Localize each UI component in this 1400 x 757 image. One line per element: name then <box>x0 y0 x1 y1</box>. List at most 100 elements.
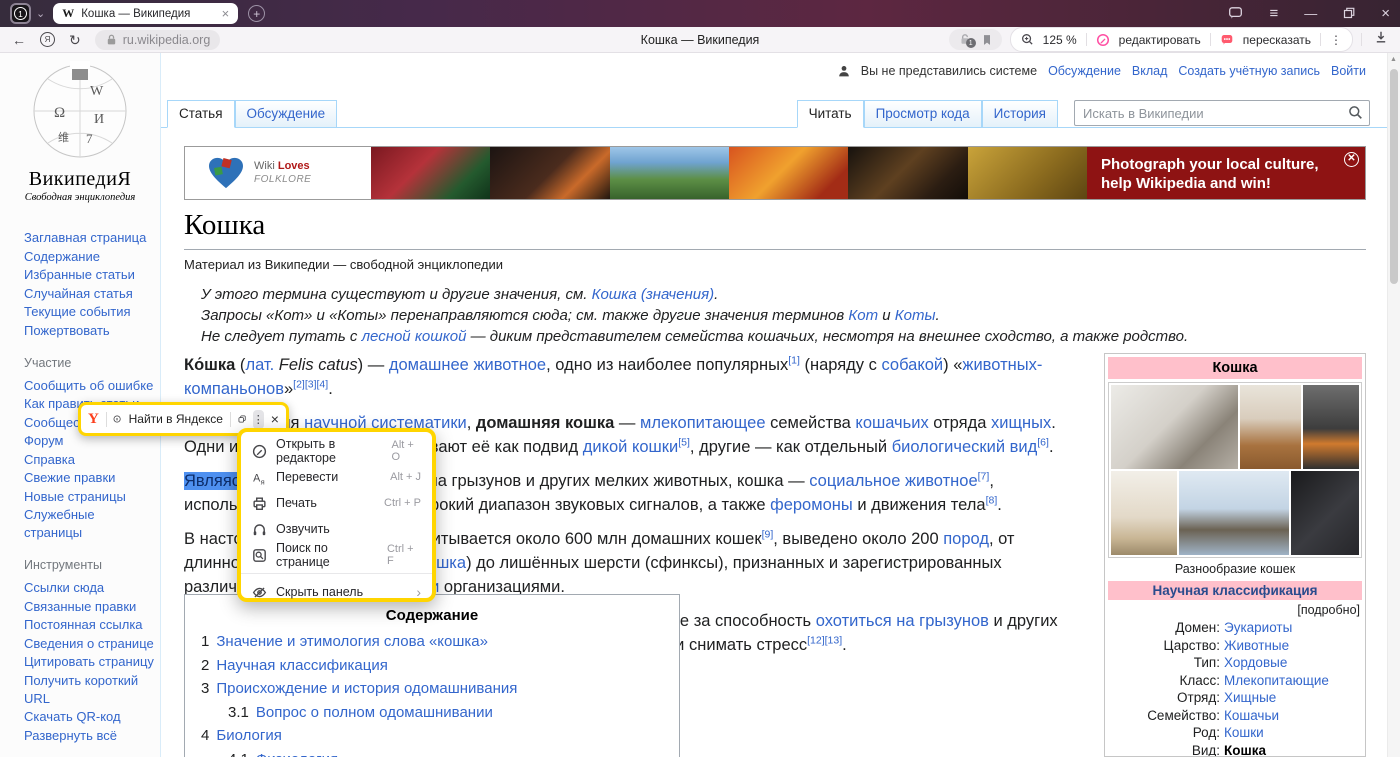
new-tab-button[interactable]: + <box>248 5 265 22</box>
popup-close-icon[interactable]: × <box>271 412 279 426</box>
ref-link[interactable]: [8] <box>986 495 998 507</box>
minimize-button[interactable]: — <box>1304 7 1317 20</box>
wiki-link[interactable]: кошачьих <box>855 414 928 432</box>
search-icon[interactable] <box>1348 105 1363 120</box>
sidebar-item[interactable]: Новые страницы <box>24 488 156 506</box>
toc-item[interactable]: 3.1Вопрос о полном одомашнивании <box>201 701 663 725</box>
toc-link[interactable]: Вопрос о полном одомашнивании <box>256 704 493 721</box>
menu-hamburger-icon[interactable]: ≡ <box>1269 6 1278 21</box>
edit-icon[interactable] <box>1096 33 1110 47</box>
wiki-link[interactable]: лат. <box>245 356 274 374</box>
sidebar-item[interactable]: Постоянная ссылка <box>24 616 156 634</box>
wiki-link[interactable]: охотиться на грызунов <box>816 612 989 630</box>
sidebar-item[interactable]: Связанные правки <box>24 598 156 616</box>
toc-link[interactable]: Физиология <box>256 751 338 757</box>
retell-button[interactable]: пересказать <box>1243 33 1311 47</box>
banner-message[interactable]: Photograph your local culture, help Wiki… <box>1087 147 1365 199</box>
zoom-icon[interactable] <box>1021 33 1034 46</box>
sidebar-item[interactable]: Избранные статьи <box>24 266 156 284</box>
restore-button[interactable] <box>1343 7 1355 21</box>
taxo-value[interactable]: Хордовые <box>1224 654 1362 672</box>
toc-link[interactable]: Биология <box>216 727 281 744</box>
wiki-link[interactable]: хищных <box>991 414 1051 432</box>
ref-link[interactable]: [2][3][4] <box>293 379 328 391</box>
downloads-icon[interactable] <box>1374 30 1388 49</box>
ref-link[interactable]: [6] <box>1037 437 1049 449</box>
personal-link[interactable]: Обсуждение <box>1048 64 1121 78</box>
tab-group-button[interactable]: 1 <box>10 3 31 24</box>
protect-icon[interactable]: 1 <box>958 33 972 46</box>
banner-close-icon[interactable]: ✕ <box>1344 152 1359 167</box>
taxo-value[interactable]: Кошачьи <box>1224 707 1362 725</box>
sidebar-item[interactable]: Случайная статья <box>24 285 156 303</box>
sidebar-item[interactable]: Цитировать страницу <box>24 653 156 671</box>
wiki-link[interactable]: млекопитающее <box>640 414 766 432</box>
sidebar-item[interactable]: Ссылки сюда <box>24 579 156 597</box>
bookmark-icon[interactable] <box>981 33 993 47</box>
menu-item[interactable]: AяПеревестиAlt + J <box>241 464 432 490</box>
cat-photo-collage[interactable] <box>1108 382 1362 558</box>
menu-item[interactable]: Скрыть панель› <box>241 579 432 605</box>
menu-item[interactable]: Открыть в редактореAlt + O <box>241 438 432 464</box>
wiki-link[interactable]: пород <box>943 530 989 548</box>
toc-item[interactable]: 4.1Физиология <box>201 748 663 757</box>
wikipedia-logo[interactable]: Ω W И 7 维 ВикипедиЯ Свободная энциклопед… <box>0 53 160 203</box>
wiki-link[interactable]: социальное животное <box>809 472 977 490</box>
sidebar-item[interactable]: Пожертвовать <box>24 322 156 340</box>
sidebar-item[interactable]: Заглавная страница <box>24 229 156 247</box>
wiki-link[interactable]: собакой <box>881 356 943 374</box>
view-tab[interactable]: История <box>982 100 1058 128</box>
sidebar-item[interactable]: Текущие события <box>24 303 156 321</box>
sidebar-item[interactable]: Содержание <box>24 248 156 266</box>
taxo-value[interactable]: Кошки <box>1224 724 1362 742</box>
personal-link[interactable]: Войти <box>1331 64 1366 78</box>
address-bar[interactable]: ru.wikipedia.org <box>95 30 221 50</box>
sidebar-item[interactable]: Свежие правки <box>24 469 156 487</box>
taxo-value[interactable]: Животные <box>1224 637 1362 655</box>
close-window-button[interactable]: × <box>1381 6 1390 21</box>
sidebar-item[interactable]: Сведения о странице <box>24 635 156 653</box>
scrollbar-thumb[interactable] <box>1390 69 1398 284</box>
yandex-services-icon[interactable]: Я <box>40 32 55 47</box>
sidebar-item[interactable]: Развернуть всё <box>24 727 156 745</box>
ref-link[interactable]: [5] <box>678 437 690 449</box>
retell-icon[interactable] <box>1220 33 1234 46</box>
view-tab[interactable]: Читать <box>797 100 864 128</box>
back-button[interactable]: ← <box>12 33 26 47</box>
sidebar-item[interactable]: Скачать QR-код <box>24 708 156 726</box>
ref-link[interactable]: [9] <box>762 529 774 541</box>
toc-link[interactable]: Происхождение и история одомашнивания <box>216 680 517 697</box>
tab-close-icon[interactable]: × <box>222 7 230 20</box>
menu-item[interactable]: ПечатьCtrl + P <box>241 490 432 516</box>
sidebar-item[interactable]: Получить короткий URL <box>24 672 156 708</box>
wiki-link[interactable]: лесной кошкой <box>362 328 467 345</box>
wiki-link[interactable]: биологический вид <box>892 438 1038 456</box>
scrollbar[interactable]: ▲ <box>1387 53 1400 757</box>
wiki-link[interactable]: дикой кошки <box>583 438 678 456</box>
taxo-value[interactable]: Млекопитающие <box>1224 672 1362 690</box>
menu-item[interactable]: Озвучить <box>241 516 432 542</box>
page-tab[interactable]: Статья <box>167 100 235 128</box>
scrollbar-up-icon[interactable]: ▲ <box>1390 56 1397 63</box>
toc-item[interactable]: 1Значение и этимология слова «кошка» <box>201 630 663 654</box>
find-in-yandex-button[interactable]: Найти в Яндексе <box>129 412 223 426</box>
copy-icon[interactable] <box>238 412 246 426</box>
taxo-value[interactable]: Эукариоты <box>1224 619 1362 637</box>
page-tab[interactable]: Обсуждение <box>235 100 338 128</box>
ref-link[interactable]: [12][13] <box>807 635 842 647</box>
toc-link[interactable]: Значение и этимология слова «кошка» <box>216 633 488 650</box>
zoom-level[interactable]: 125 % <box>1043 33 1077 47</box>
edit-button[interactable]: редактировать <box>1119 33 1201 47</box>
wiki-link[interactable]: Коты <box>895 307 936 324</box>
ref-link[interactable]: [7] <box>978 471 990 483</box>
popup-more-button[interactable]: ⋮ <box>253 410 264 429</box>
wiki-link[interactable]: Кот <box>848 307 878 324</box>
more-actions-icon[interactable]: ⋮ <box>1330 33 1342 47</box>
sidebar-item[interactable]: Служебные страницы <box>24 506 156 542</box>
details-link[interactable]: [подробно] <box>1110 603 1360 617</box>
tab-list-chevron-icon[interactable]: ⌄ <box>36 7 45 20</box>
view-tab[interactable]: Просмотр кода <box>864 100 982 128</box>
search-input[interactable] <box>1074 100 1370 126</box>
toc-item[interactable]: 3Происхождение и история одомашнивания <box>201 677 663 701</box>
toc-link[interactable]: Научная классификация <box>216 657 388 674</box>
